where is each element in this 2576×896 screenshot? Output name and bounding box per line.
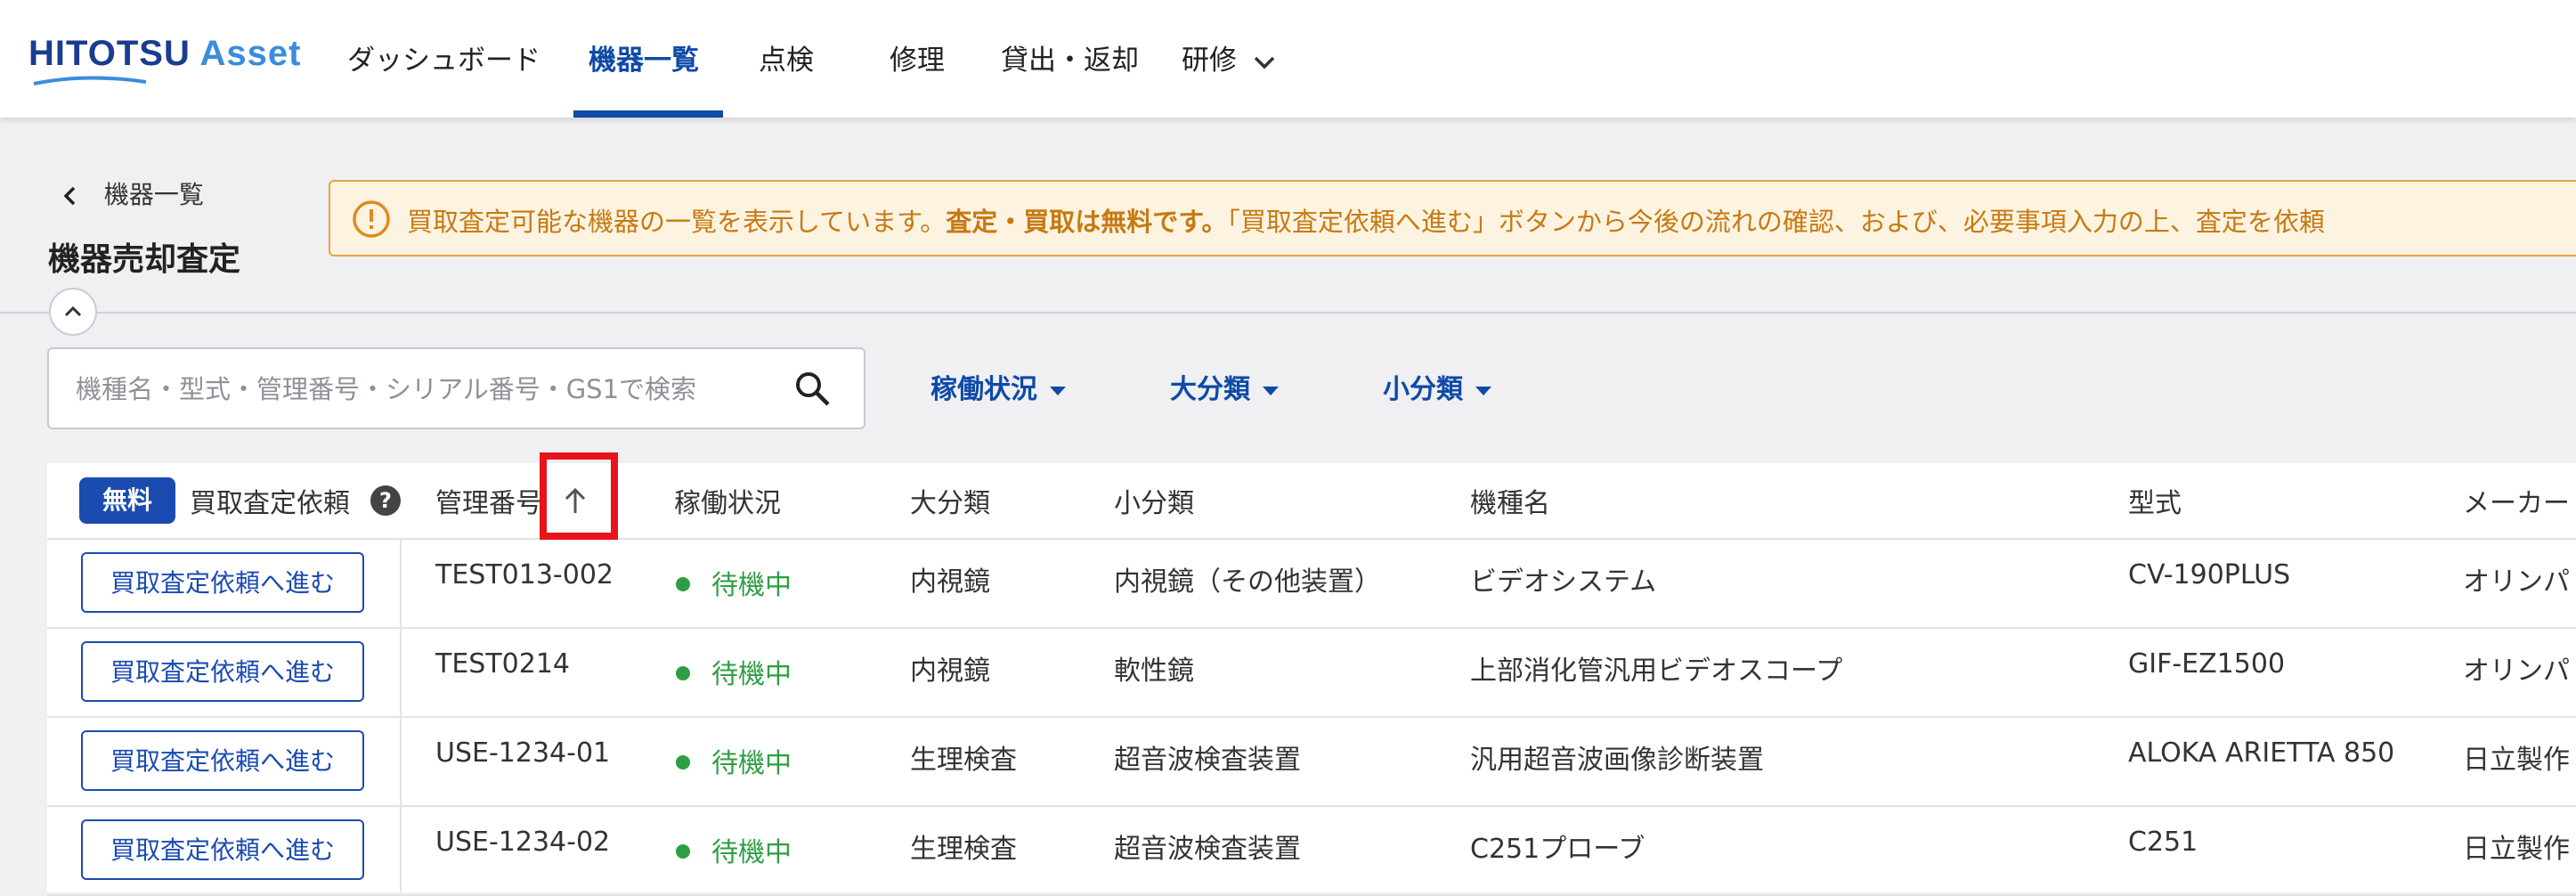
cell-management-no: USE-1234-02 bbox=[435, 827, 611, 858]
status-label: 待機中 bbox=[711, 570, 792, 601]
cell-major: 内視鏡 bbox=[910, 566, 990, 598]
search-icon[interactable] bbox=[792, 369, 832, 408]
cell-management-no: TEST0214 bbox=[435, 648, 570, 680]
filter-label: 大分類 bbox=[1170, 374, 1250, 405]
page-title: 機器売却査定 bbox=[48, 241, 241, 278]
chevron-left-icon bbox=[63, 186, 76, 206]
table-row: 買取査定依頼へ進む USE-1234-01 待機中 生理検査 超音波検査装置 汎… bbox=[47, 716, 2576, 807]
status-dot-icon bbox=[676, 843, 690, 859]
svg-text:?: ? bbox=[379, 488, 392, 513]
header-model-name[interactable]: 機種名 bbox=[1470, 481, 1550, 520]
app-logo[interactable]: HITOTSU Asset bbox=[28, 34, 301, 87]
filter-minor-category[interactable]: 小分類 bbox=[1383, 367, 1491, 406]
notice-text-bold: 査定・買取は無料です。 bbox=[946, 207, 1228, 237]
request-assessment-button[interactable]: 買取査定依頼へ進む bbox=[81, 819, 364, 880]
notice-text-1: 買取査定可能な機器の一覧を表示しています。 bbox=[407, 207, 947, 237]
cell-status: 待機中 bbox=[676, 652, 792, 691]
nav-training[interactable]: 研修 bbox=[1182, 37, 1276, 77]
status-dot-icon bbox=[676, 665, 690, 680]
caret-down-icon bbox=[1263, 386, 1279, 395]
cell-maker: オリンパ bbox=[2463, 656, 2570, 687]
nav-repair[interactable]: 修理 bbox=[890, 37, 945, 77]
cell-status: 待機中 bbox=[676, 830, 792, 869]
filter-operating-status[interactable]: 稼働状況 bbox=[930, 367, 1066, 406]
logo-swoosh-icon bbox=[33, 76, 147, 86]
app-header: HITOTSU Asset ダッシュボード 機器一覧 点検 修理 貸出・返却 研… bbox=[0, 0, 2576, 118]
section-divider bbox=[0, 312, 2576, 314]
arrow-up-icon[interactable] bbox=[557, 483, 593, 518]
cell-model: C251 bbox=[2128, 827, 2198, 858]
cell-maker: 日立製作 bbox=[2463, 834, 2570, 865]
logo-text: HITOTSU Asset bbox=[28, 34, 301, 73]
status-label: 待機中 bbox=[711, 659, 792, 690]
cell-minor: 内視鏡（その他装置） bbox=[1114, 566, 1381, 598]
filter-label: 稼働状況 bbox=[930, 374, 1037, 405]
equipment-table: 無料 買取査定依頼 ? 管理番号 稼働状況 大分類 小分類 機種名 型式 メーカ… bbox=[47, 452, 2576, 896]
cell-major: 生理検査 bbox=[910, 834, 1017, 865]
nav-lending[interactable]: 貸出・返却 bbox=[1001, 37, 1139, 77]
collapse-button[interactable] bbox=[49, 288, 97, 336]
cell-management-no: TEST013-002 bbox=[435, 559, 614, 591]
header-minor[interactable]: 小分類 bbox=[1114, 481, 1194, 520]
cell-model: ALOKA ARIETTA 850 bbox=[2128, 737, 2395, 769]
request-assessment-button[interactable]: 買取査定依頼へ進む bbox=[81, 641, 364, 702]
caret-down-icon bbox=[1050, 386, 1066, 395]
back-link-label: 機器一覧 bbox=[103, 180, 204, 209]
cell-major: 生理検査 bbox=[910, 745, 1017, 776]
nav-equipment-list[interactable]: 機器一覧 bbox=[589, 37, 699, 77]
cell-minor: 軟性鏡 bbox=[1114, 656, 1194, 687]
header-model[interactable]: 型式 bbox=[2128, 481, 2182, 520]
caret-down-icon bbox=[1475, 386, 1491, 395]
cell-maker: オリンパ bbox=[2463, 566, 2570, 598]
cell-maker: 日立製作 bbox=[2463, 745, 2570, 776]
cell-model-name: 上部消化管汎用ビデオスコープ bbox=[1470, 656, 1843, 687]
table-row: 買取査定依頼へ進む TEST0214 待機中 内視鏡 軟性鏡 上部消化管汎用ビデ… bbox=[47, 627, 2576, 718]
cell-minor: 超音波検査装置 bbox=[1114, 745, 1301, 776]
status-label: 待機中 bbox=[711, 837, 792, 868]
cell-model-name: ビデオシステム bbox=[1470, 566, 1657, 598]
cell-model-name: 汎用超音波画像診断装置 bbox=[1470, 745, 1764, 776]
search-input[interactable] bbox=[74, 367, 790, 411]
chevron-down-icon bbox=[1254, 56, 1275, 69]
status-dot-icon bbox=[676, 754, 690, 770]
cell-status: 待機中 bbox=[676, 563, 792, 602]
nav-training-label: 研修 bbox=[1182, 45, 1237, 77]
notice-text: 買取査定可能な機器の一覧を表示しています。査定・買取は無料です。「買取査定依頼へ… bbox=[407, 201, 2325, 239]
cell-major: 内視鏡 bbox=[910, 656, 990, 687]
filter-major-category[interactable]: 大分類 bbox=[1170, 367, 1279, 406]
nav-dashboard[interactable]: ダッシュボード bbox=[347, 37, 540, 77]
cell-model: GIF-EZ1500 bbox=[2128, 648, 2286, 680]
alert-circle-icon bbox=[353, 200, 390, 238]
request-assessment-button[interactable]: 買取査定依頼へ進む bbox=[81, 552, 364, 613]
chevron-up-icon bbox=[64, 305, 82, 317]
table-header: 無料 買取査定依頼 ? 管理番号 稼働状況 大分類 小分類 機種名 型式 メーカ… bbox=[47, 452, 2576, 540]
logo-primary: HITOTSU bbox=[28, 34, 191, 73]
filter-label: 小分類 bbox=[1383, 374, 1463, 405]
search-box bbox=[47, 347, 865, 429]
header-request: 買取査定依頼 bbox=[190, 488, 350, 519]
status-dot-icon bbox=[676, 576, 690, 591]
header-major[interactable]: 大分類 bbox=[910, 481, 990, 520]
back-link[interactable]: 機器一覧 bbox=[62, 175, 204, 211]
table-row: 買取査定依頼へ進む TEST013-002 待機中 内視鏡 内視鏡（その他装置）… bbox=[47, 538, 2576, 629]
cell-minor: 超音波検査装置 bbox=[1114, 834, 1301, 865]
header-maker[interactable]: メーカー bbox=[2463, 481, 2570, 520]
cell-model-name: C251プローブ bbox=[1470, 834, 1646, 865]
logo-secondary: Asset bbox=[199, 34, 302, 73]
notice-text-2: 「買取査定依頼へ進む」ボタンから今後の流れの確認、および、必要事項入力の上、査定… bbox=[1227, 207, 2325, 237]
header-management-no[interactable]: 管理番号 bbox=[435, 481, 542, 520]
cell-model: CV-190PLUS bbox=[2128, 559, 2291, 591]
table-row: 買取査定依頼へ進む USE-1234-02 待機中 生理検査 超音波検査装置 C… bbox=[47, 805, 2576, 896]
nav-active-indicator bbox=[573, 110, 723, 118]
cell-status: 待機中 bbox=[676, 741, 792, 780]
info-notice: 買取査定可能な機器の一覧を表示しています。査定・買取は無料です。「買取査定依頼へ… bbox=[329, 180, 2576, 257]
cell-management-no: USE-1234-01 bbox=[435, 737, 611, 769]
status-label: 待機中 bbox=[711, 748, 792, 779]
header-status[interactable]: 稼働状況 bbox=[674, 481, 781, 520]
request-assessment-button[interactable]: 買取査定依頼へ進む bbox=[81, 730, 364, 791]
nav-inspection[interactable]: 点検 bbox=[759, 37, 814, 77]
help-icon[interactable]: ? bbox=[370, 485, 402, 517]
free-badge: 無料 bbox=[79, 477, 175, 524]
